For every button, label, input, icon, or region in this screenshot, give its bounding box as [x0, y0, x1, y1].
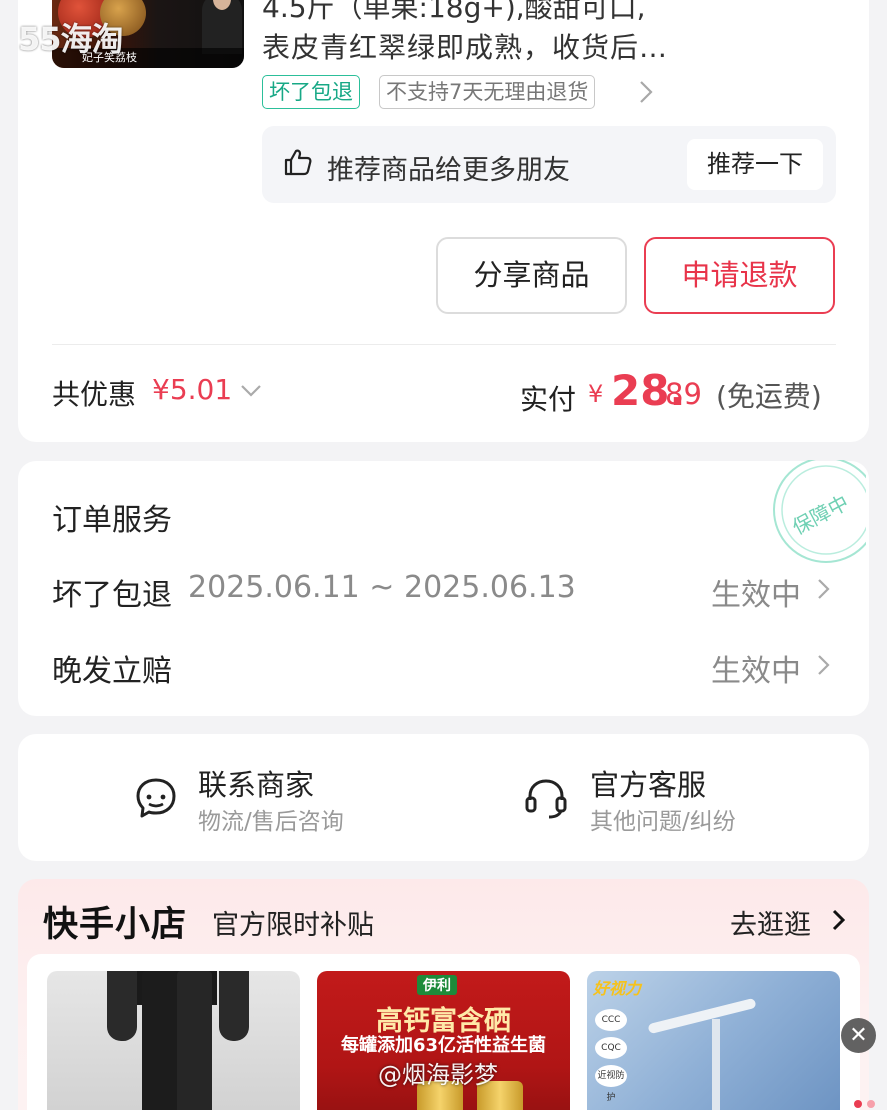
cert-badge: 近视防护: [595, 1065, 627, 1103]
official-support-title: 官方客服: [590, 768, 707, 802]
service-row-label: 坏了包退: [52, 578, 172, 613]
product-title-line1[interactable]: 4.5斤（单果:18g+),酸甜可口,: [262, 0, 646, 26]
stamp-text: 保障中: [788, 490, 852, 539]
official-support-button[interactable]: 官方客服 其他问题/纠纷: [512, 760, 812, 840]
contact-merchant-title: 联系商家: [198, 768, 315, 802]
headset-icon: [525, 779, 567, 819]
recommend-label: 推荐商品给更多朋友: [327, 155, 570, 186]
author-watermark: @烟海影梦: [378, 1061, 498, 1089]
service-row-date: 2025.06.11 ~ 2025.06.13: [188, 570, 576, 605]
chevron-right-icon[interactable]: [636, 78, 656, 106]
shipping-note: (免运费): [716, 380, 822, 413]
divider: [52, 344, 836, 345]
product-image: [107, 971, 137, 1041]
share-product-button[interactable]: 分享商品: [436, 237, 627, 314]
chevron-down-icon[interactable]: [238, 377, 264, 403]
discount-label: 共优惠: [52, 378, 137, 411]
recommend-button[interactable]: 推荐一下: [687, 139, 823, 190]
service-row-status[interactable]: 生效中: [711, 570, 801, 614]
chevron-right-icon[interactable]: [812, 650, 836, 680]
product-tagline: 每罐添加63亿活性益生菌: [340, 1035, 547, 1056]
order-service-title: 订单服务: [52, 503, 172, 538]
chevron-right-icon[interactable]: [828, 906, 850, 934]
product-title-line2[interactable]: 表皮青红翠绿即成熟，收货后…: [262, 26, 668, 66]
cert-badge: CCC: [595, 1009, 627, 1031]
product-card-desk-lamp[interactable]: 好视力 CCC CQC 近视防护: [587, 971, 840, 1110]
discount-value[interactable]: ¥5.01: [152, 373, 232, 406]
product-brand: 伊利: [417, 975, 457, 995]
service-row-status[interactable]: 生效中: [711, 646, 801, 690]
protection-stamp: 保障中: [773, 460, 866, 563]
paid-amount-decimal: 89: [665, 377, 702, 411]
thumbs-up-icon: [284, 149, 312, 176]
paid-currency: ¥: [588, 380, 604, 408]
contact-merchant-sub: 物流/售后咨询: [198, 809, 344, 835]
product-image: [177, 971, 212, 1110]
request-refund-button[interactable]: 申请退款: [644, 237, 835, 314]
chevron-right-icon[interactable]: [812, 574, 836, 604]
contact-merchant-button[interactable]: 联系商家 物流/售后咨询: [120, 760, 420, 840]
more-dots-icon[interactable]: [853, 1098, 883, 1110]
site-watermark: 55海淘: [18, 20, 124, 58]
shop-title: 快手小店: [43, 905, 188, 945]
product-image: [142, 971, 177, 1110]
product-image: [219, 971, 249, 1041]
product-card-pants[interactable]: [47, 971, 300, 1110]
chat-bubble-icon: [136, 778, 176, 818]
product-image: [712, 1019, 720, 1110]
product-brand: 好视力: [593, 979, 642, 998]
person-image: [202, 0, 242, 54]
product-image: [647, 997, 757, 1035]
close-icon[interactable]: ✕: [841, 1018, 876, 1053]
shop-more-link[interactable]: 去逛逛: [730, 903, 811, 942]
shop-subtitle: 官方限时补贴: [212, 910, 374, 941]
tag-no-7day-return: 不支持7天无理由退货: [379, 75, 596, 109]
recommend-bar: 推荐商品给更多朋友 推荐一下: [262, 126, 836, 203]
cert-badge: CQC: [595, 1037, 627, 1059]
paid-label: 实付: [520, 383, 577, 416]
tag-return-if-damaged: 坏了包退: [262, 75, 360, 109]
service-row-label: 晚发立赔: [52, 654, 172, 689]
official-support-sub: 其他问题/纠纷: [590, 809, 736, 835]
